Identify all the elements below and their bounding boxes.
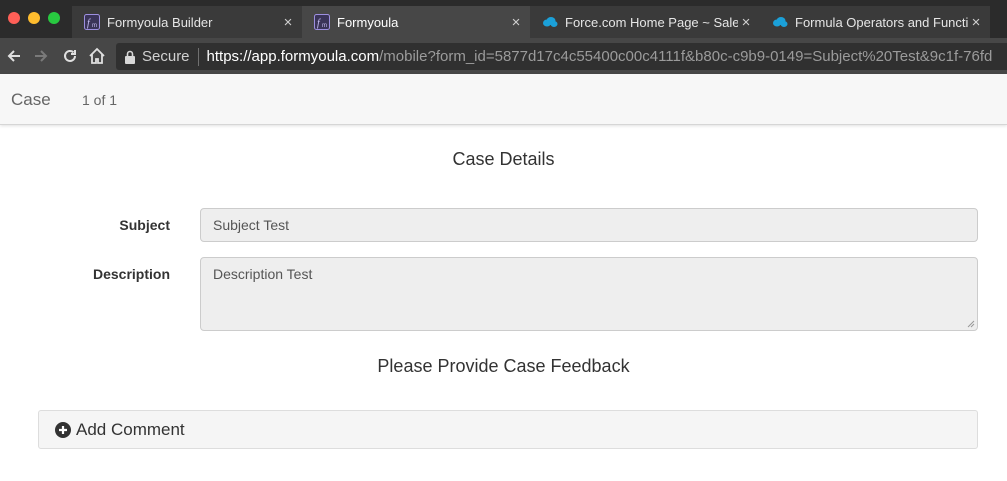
browser-tab-force-home[interactable]: Force.com Home Page ~ Salesf ×: [530, 6, 760, 38]
browser-tab-formyoula[interactable]: f m Formyoula ×: [302, 6, 530, 38]
forward-button[interactable]: [31, 46, 51, 66]
description-label: Description: [92, 266, 170, 282]
tab-close-icon[interactable]: ×: [968, 14, 984, 31]
tab-close-icon[interactable]: ×: [280, 14, 296, 31]
address-divider: [197, 47, 199, 66]
browser-tab-formyoula-builder[interactable]: f m Formyoula Builder ×: [72, 6, 302, 38]
arrow-right-icon: [35, 50, 48, 62]
subject-field[interactable]: [200, 208, 978, 242]
browser-toolbar: Secure https://app.formyoula.com/mobile?…: [0, 38, 1007, 74]
svg-text:m: m: [92, 23, 97, 29]
arrow-left-icon: [7, 50, 20, 62]
tab-close-icon[interactable]: ×: [738, 14, 754, 31]
formyoula-logo-icon: f m: [84, 14, 100, 30]
back-button[interactable]: [4, 46, 24, 66]
reload-button[interactable]: [60, 46, 80, 66]
reload-icon: [64, 49, 76, 62]
section-title-feedback: Please Provide Case Feedback: [377, 356, 630, 376]
home-button[interactable]: [87, 46, 107, 66]
home-icon: [89, 47, 105, 64]
tab-title: Force.com Home Page ~ Salesf: [565, 14, 738, 30]
description-field[interactable]: Description Test: [200, 257, 978, 331]
window-zoom-button[interactable]: [48, 12, 60, 24]
record-count: 1 of 1: [82, 92, 118, 108]
resize-grip-icon[interactable]: [966, 319, 975, 328]
add-comment-panel[interactable]: Add Comment: [38, 410, 978, 449]
url-host: https://app.formyoula.com: [206, 48, 380, 65]
salesforce-cloud-icon: [543, 17, 558, 27]
tab-title: Formyoula Builder: [107, 14, 213, 30]
address-bar[interactable]: Secure https://app.formyoula.com/mobile?…: [116, 43, 1007, 70]
add-comment-label: Add Comment: [76, 419, 185, 439]
plus-circle-icon: [55, 421, 71, 438]
record-header: Case 1 of 1: [0, 74, 1007, 125]
window-close-button[interactable]: [8, 12, 20, 24]
section-title-case-details: Case Details: [452, 149, 555, 169]
salesforce-cloud-icon: [773, 17, 788, 27]
browser-tab-strip: f m Formyoula Builder × f m Formyoula × …: [0, 0, 1007, 38]
lock-icon: [125, 50, 135, 64]
window-minimize-button[interactable]: [28, 12, 40, 24]
tab-title: Formyoula: [337, 14, 399, 30]
object-name: Case: [11, 90, 51, 109]
description-value: Description Test: [213, 266, 313, 282]
tab-close-icon[interactable]: ×: [508, 14, 524, 31]
security-label: Secure: [142, 48, 190, 65]
tab-title: Formula Operators and Functio: [795, 14, 968, 30]
url-path: /mobile?form_id=5877d17c4c55400c00c4111f…: [379, 48, 993, 65]
subject-label: Subject: [119, 217, 170, 233]
browser-tab-formula-operators[interactable]: Formula Operators and Functio ×: [760, 6, 990, 38]
svg-text:m: m: [322, 23, 327, 29]
formyoula-logo-icon: f m: [314, 14, 330, 30]
